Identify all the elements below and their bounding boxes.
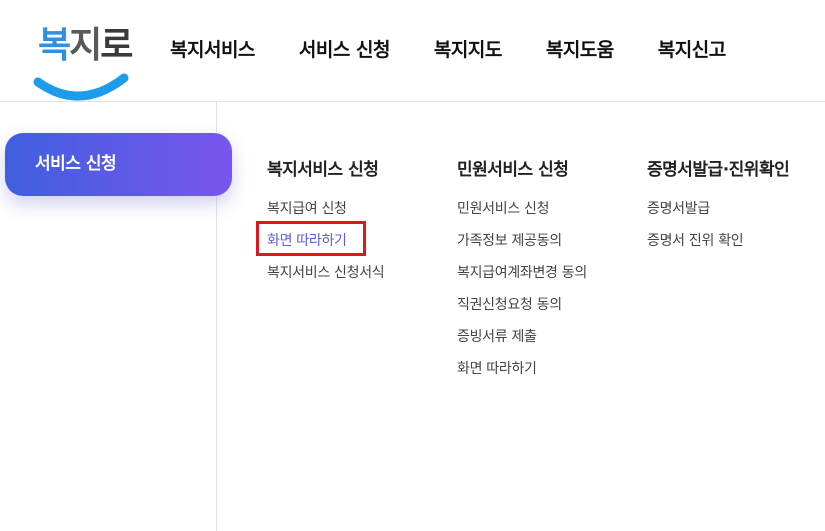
nav-welfare-service[interactable]: 복지서비스 — [170, 35, 255, 62]
nav-service-apply[interactable]: 서비스 신청 — [299, 35, 391, 62]
menu-column-title: 복지서비스 신청 — [267, 160, 379, 180]
menu-link-ex-officio-consent[interactable]: 직권신청요청 동의 — [457, 296, 587, 328]
menu-link-civil-service-apply[interactable]: 민원서비스 신청 — [457, 200, 587, 232]
menu-link-certificate-issue[interactable]: 증명서발급 — [647, 200, 789, 232]
menu-column-title: 증명서발급·진위확인 — [647, 160, 790, 180]
nav-welfare-help[interactable]: 복지도움 — [546, 35, 614, 62]
logo-smile-icon — [33, 73, 129, 101]
menu-link-document-submit[interactable]: 증빙서류 제출 — [457, 328, 587, 360]
menu-column-title: 민원서비스 신청 — [457, 160, 569, 180]
logo-char-3: 로 — [100, 25, 133, 66]
menu-link-family-info-consent[interactable]: 가족정보 제공동의 — [457, 232, 587, 264]
logo-char-1: 복 — [38, 25, 71, 66]
menu-link-application-forms[interactable]: 복지서비스 신청서식 — [267, 264, 385, 296]
menu-column-welfare-apply: 복지서비스 신청 복지급여 신청 화면 따라하기 복지서비스 신청서식 — [267, 155, 385, 296]
main-nav: 복지서비스 서비스 신청 복지지도 복지도움 복지신고 — [170, 35, 770, 62]
logo-char-2: 지 — [69, 25, 102, 66]
menu-link-certificate-verify[interactable]: 증명서 진위 확인 — [647, 232, 789, 264]
site-header: 복 지 로 복지서비스 서비스 신청 복지지도 복지도움 복지신고 — [0, 0, 825, 102]
nav-welfare-map[interactable]: 복지지도 — [434, 35, 502, 62]
menu-column-certificate: 증명서발급·진위확인 증명서발급 증명서 진위 확인 — [647, 155, 790, 264]
nav-welfare-report[interactable]: 복지신고 — [658, 35, 726, 62]
menu-link-account-change-consent[interactable]: 복지급여계좌변경 동의 — [457, 264, 587, 296]
menu-link-screen-guide-2[interactable]: 화면 따라하기 — [457, 360, 587, 392]
menu-column-civil-apply: 민원서비스 신청 민원서비스 신청 가족정보 제공동의 복지급여계좌변경 동의 … — [457, 155, 587, 392]
sidebar-active-service-apply[interactable]: 서비스 신청 — [5, 133, 232, 196]
logo-wordmark: 복 지 로 — [38, 16, 133, 68]
site-logo[interactable]: 복 지 로 — [30, 14, 133, 104]
menu-link-screen-guide[interactable]: 화면 따라하기 — [267, 232, 384, 264]
menu-link-welfare-benefit-apply[interactable]: 복지급여 신청 — [267, 200, 384, 232]
